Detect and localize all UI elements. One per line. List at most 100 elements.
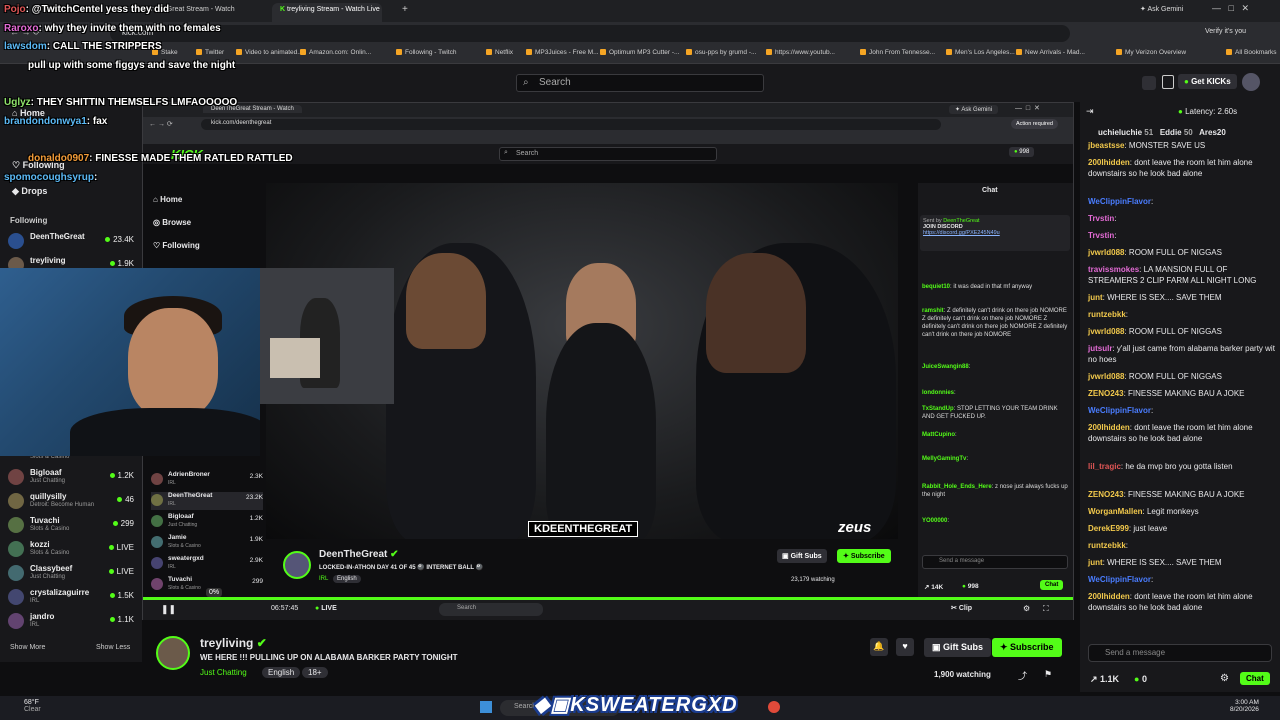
stream-category[interactable]: Just Chatting (200, 668, 247, 677)
streamer-name[interactable]: treyliving ✔ (200, 636, 267, 650)
chat-username[interactable]: runtzebkk (1088, 541, 1126, 550)
nav-arrows-icon[interactable]: ← → ⟳ (149, 120, 173, 128)
chat-username[interactable]: WeClippinFlavor (1088, 406, 1151, 415)
show-less-button[interactable]: Show Less (96, 644, 130, 651)
weather-widget[interactable]: 68°F Clear (24, 699, 41, 713)
gift-subs-button[interactable]: ▣ Gift Subs (924, 638, 992, 657)
bookmark-item[interactable]: New Arrivals - Mad... (1016, 49, 1085, 56)
sidebar-item-drops[interactable]: ◆ Drops (12, 186, 47, 197)
chrome-icon[interactable] (768, 701, 780, 713)
bookmark-item[interactable]: Twitter (196, 49, 224, 56)
bookmark-item[interactable]: Video to animated... (236, 49, 303, 56)
settings-icon[interactable]: ⚙ (1220, 673, 1229, 684)
subscribe-button[interactable]: ✦ Subscribe (992, 638, 1062, 657)
chat-username[interactable]: junt (1088, 558, 1103, 567)
bookmark-item[interactable]: Following - Twitch (396, 49, 457, 56)
get-kicks-button[interactable]: ● Get KICKs (1178, 74, 1237, 89)
inner-sidebar-channel[interactable]: Jamie Slots & Casino 1.9K (151, 534, 263, 552)
chat-username[interactable]: lil_tragic (1088, 462, 1121, 471)
subscribe-button[interactable]: ✦ Subscribe (837, 549, 891, 563)
collapse-chat-icon[interactable]: ⇥ (1086, 106, 1094, 117)
notification-button[interactable]: 🔔 (870, 638, 888, 656)
streamer-avatar[interactable] (156, 636, 190, 670)
chat-send-button[interactable]: Chat (1240, 672, 1270, 685)
gift-subs-button[interactable]: ▣ Gift Subs (777, 549, 827, 563)
sidebar-channel[interactable]: Tuvachi Slots & Casino 299 (8, 516, 138, 534)
chat-input[interactable]: Send a message (922, 555, 1068, 569)
bookmark-item[interactable]: John From Tennesse... (860, 49, 935, 56)
address-bar[interactable]: kick.com/deenthegreat (201, 119, 941, 130)
start-icon[interactable] (480, 701, 492, 713)
address-bar[interactable]: kick.com (110, 25, 1070, 42)
bookmark-item[interactable]: Netflix (486, 49, 513, 56)
chat-username[interactable]: Trvstin (1088, 231, 1114, 240)
chat-username[interactable]: DerekE999 (1088, 524, 1129, 533)
inner-sidebar-browse[interactable]: ◎ Browse (153, 218, 191, 227)
sidebar-channel[interactable]: kozzi Slots & Casino LIVE (8, 540, 138, 558)
library-icon[interactable] (1162, 75, 1174, 89)
sidebar-channel[interactable]: Classybeef Just Chatting LIVE (8, 564, 138, 582)
chat-username[interactable]: 200Ihidden (1088, 592, 1130, 601)
inner-sidebar-channel[interactable]: DeenTheGreat IRL 23.2K (151, 492, 263, 510)
window-controls[interactable]: — □ ✕ (1212, 3, 1249, 14)
play-pause-icon[interactable]: ❚❚ (161, 604, 176, 615)
sidebar-channel[interactable]: crystalizaguirre IRL 1.5K (8, 588, 138, 606)
chat-username[interactable]: MattCupino (922, 432, 955, 438)
search-input[interactable]: ⌕ Search (516, 74, 764, 92)
chat-username[interactable]: WeClippinFlavor (1088, 197, 1151, 206)
bookmark-item[interactable]: https://www.youtub... (766, 49, 835, 56)
chat-username[interactable]: 200Ihidden (1088, 423, 1130, 432)
chat-username[interactable]: bequiet10 (922, 284, 950, 290)
sidebar-channel[interactable]: quillysilly Detroit: Become Human 46 (8, 492, 138, 510)
chat-username[interactable]: 200Ihidden (1088, 158, 1130, 167)
sidebar-channel[interactable]: Bigloaaf Just Chatting 1.2K (8, 468, 138, 486)
show-more-button[interactable]: Show More (10, 644, 45, 651)
sidebar-channel[interactable]: DeenTheGreat 23.4K (8, 232, 138, 250)
follow-button[interactable]: ♥ (896, 638, 914, 656)
inner-sidebar-channel[interactable]: sweatergxd IRL 2.9K (151, 555, 263, 573)
chat-username[interactable]: jutsulr (1088, 344, 1112, 353)
chat-username[interactable]: ZENO243 (1088, 389, 1124, 398)
chat-username[interactable]: YO00000 (922, 518, 947, 524)
share-icon[interactable]: ⤴ (1018, 669, 1027, 682)
action-required-button[interactable]: Action required (1011, 119, 1058, 129)
bookmark-item[interactable]: Men's Los Angeles... (946, 49, 1015, 56)
bookmark-item[interactable]: Amazon.com: Onlin... (300, 49, 371, 56)
fullscreen-icon[interactable]: ⛶ (1043, 604, 1049, 614)
chat-username[interactable]: WeClippinFlavor (1088, 575, 1151, 584)
chat-username[interactable]: jvwrld088 (1088, 372, 1124, 381)
bookmark-item[interactable]: MP3Juices - Free M... (526, 49, 599, 56)
chat-username[interactable]: MellyGamingTv (922, 456, 966, 462)
chat-username[interactable]: jvwrld088 (1088, 327, 1124, 336)
chat-input[interactable]: Send a message (1088, 644, 1272, 662)
inner-sidebar-channel[interactable]: AdrienBroner IRL 2.3K (151, 471, 263, 489)
chat-username[interactable]: jvwrld088 (1088, 248, 1124, 257)
language-tag[interactable]: English (333, 575, 361, 583)
chat-username[interactable]: runtzebkk (1088, 310, 1126, 319)
report-icon[interactable]: ⚑ (1044, 669, 1052, 680)
chat-username[interactable]: ramshit (922, 308, 944, 314)
bookmark-item[interactable]: My Verizon Overview (1116, 49, 1186, 56)
inner-sidebar-home[interactable]: ⌂ Home (153, 195, 182, 204)
stream-category[interactable]: IRL (319, 576, 328, 582)
chat-username[interactable]: TxStandUp (922, 406, 954, 412)
settings-icon[interactable]: ⚙ (1023, 604, 1030, 613)
chat-username[interactable]: junt (1088, 293, 1103, 302)
window-controls[interactable]: — □ ✕ (1015, 104, 1040, 112)
chat-send-button[interactable]: Chat (1040, 580, 1064, 590)
streamer-name[interactable]: DeenTheGreat ✔ (319, 549, 399, 560)
new-tab-button[interactable]: + (402, 4, 408, 15)
chat-username[interactable]: WorganMallen (1088, 507, 1143, 516)
inner-sidebar-following[interactable]: ♡ Following (153, 241, 200, 250)
verify-button[interactable]: Verify it's you (1205, 28, 1246, 35)
sidebar-channel[interactable]: jandro IRL 1.1K (8, 612, 138, 630)
search-input[interactable]: ⌕ Search (499, 147, 717, 161)
ask-gemini-button[interactable]: ✦ Ask Gemini (1140, 5, 1183, 13)
chat-username[interactable]: travissmokes (1088, 265, 1139, 274)
chat-username[interactable]: jbeastsse (1088, 141, 1124, 150)
language-tag[interactable]: English (262, 667, 301, 678)
clip-button[interactable]: ✂ Clip (951, 604, 972, 612)
inner-sidebar-channel[interactable]: Bigloaaf Just Chatting 1.2K (151, 513, 263, 531)
chat-username[interactable]: JuiceSwangin88 (922, 364, 969, 370)
chat-username[interactable]: Rabbit_Hole_Ends_Here (922, 484, 992, 490)
